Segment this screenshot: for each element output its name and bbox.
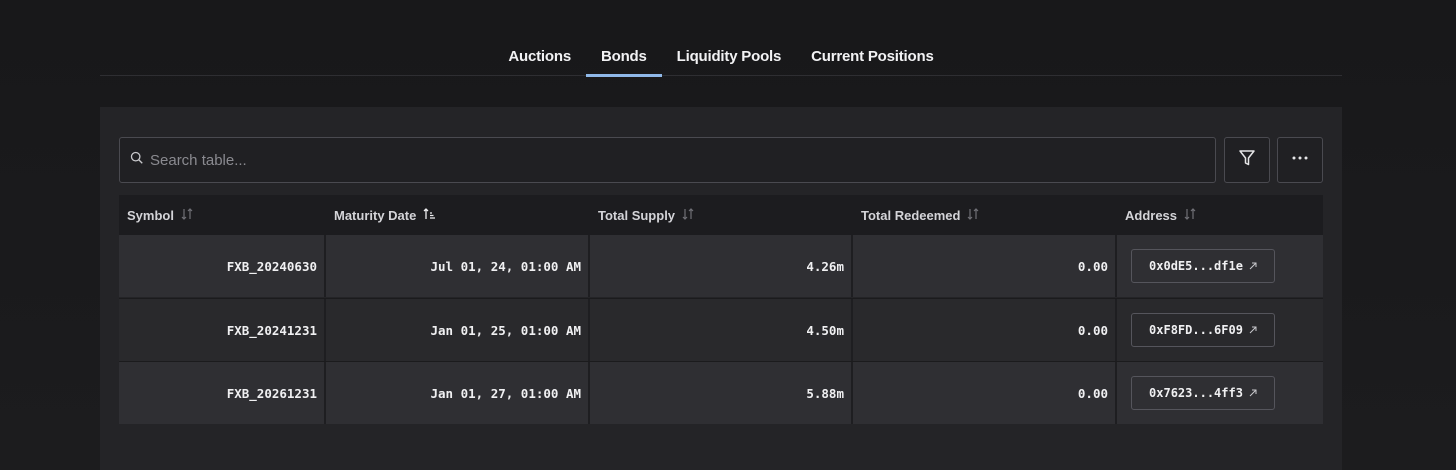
column-header-address[interactable]: Address (1117, 195, 1323, 235)
more-options-button[interactable] (1277, 137, 1323, 183)
table-row[interactable]: FXB_20241231 Jan 01, 25, 01:00 AM 4.50m … (119, 298, 1323, 361)
filter-icon (1237, 148, 1257, 173)
column-label: Total Redeemed (861, 207, 961, 223)
maturity-date-cell: Jul 01, 24, 01:00 AM (326, 235, 590, 297)
column-label: Total Supply (598, 207, 676, 223)
column-header-symbol[interactable]: Symbol (119, 195, 326, 235)
maturity-date-cell: Jan 01, 27, 01:00 AM (326, 362, 590, 424)
total-redeemed-cell: 0.00 (853, 362, 1117, 424)
table-row[interactable]: FXB_20240630 Jul 01, 24, 01:00 AM 4.26m … (119, 235, 1323, 298)
column-header-total-redeemed[interactable]: Total Redeemed (853, 195, 1117, 235)
total-redeemed-cell: 0.00 (853, 235, 1117, 297)
external-link-icon (1249, 386, 1257, 400)
filter-button[interactable] (1224, 137, 1270, 183)
column-label: Maturity Date (334, 207, 417, 223)
maturity-date-cell: Jan 01, 25, 01:00 AM (326, 299, 590, 361)
address-cell: 0x0dE5...df1e (1117, 235, 1323, 297)
symbol-cell: FXB_20240630 (119, 235, 326, 297)
tab-bar: Auctions Bonds Liquidity Pools Current P… (100, 40, 1342, 77)
column-header-maturity-date[interactable]: Maturity Date (326, 195, 590, 235)
symbol-cell: FXB_20261231 (119, 362, 326, 424)
symbol-cell: FXB_20241231 (119, 299, 326, 361)
column-label: Address (1125, 207, 1178, 223)
address-text: 0xF8FD...6F09 (1149, 323, 1243, 337)
address-text: 0x0dE5...df1e (1149, 259, 1243, 273)
address-text: 0x7623...4ff3 (1149, 386, 1243, 400)
address-link-button[interactable]: 0x7623...4ff3 (1131, 376, 1275, 410)
search-icon (130, 151, 144, 170)
tab-liquidity-pools[interactable]: Liquidity Pools (662, 40, 797, 76)
column-header-total-supply[interactable]: Total Supply (590, 195, 853, 235)
sort-icon[interactable] (681, 207, 695, 224)
address-link-button[interactable]: 0x0dE5...df1e (1131, 249, 1275, 283)
external-link-icon (1249, 323, 1257, 337)
sort-icon[interactable] (966, 207, 980, 224)
search-input[interactable] (150, 151, 1150, 169)
address-cell: 0x7623...4ff3 (1117, 362, 1323, 424)
total-redeemed-cell: 0.00 (853, 299, 1117, 361)
total-supply-cell: 4.50m (590, 299, 853, 361)
tab-current-positions[interactable]: Current Positions (796, 40, 948, 76)
table-header: Symbol Maturity Date Total Supply Total … (119, 195, 1323, 235)
sort-icon[interactable] (180, 207, 194, 224)
column-label: Symbol (127, 207, 174, 223)
more-horizontal-icon (1290, 148, 1310, 173)
external-link-icon (1249, 259, 1257, 273)
bonds-panel: Symbol Maturity Date Total Supply Total … (100, 107, 1342, 470)
tab-bonds[interactable]: Bonds (585, 40, 662, 77)
address-link-button[interactable]: 0xF8FD...6F09 (1131, 313, 1275, 347)
table-row[interactable]: FXB_20261231 Jan 01, 27, 01:00 AM 5.88m … (119, 361, 1323, 424)
bonds-table: Symbol Maturity Date Total Supply Total … (119, 195, 1323, 424)
address-cell: 0xF8FD...6F09 (1117, 299, 1323, 361)
tab-auctions[interactable]: Auctions (493, 40, 586, 76)
sort-ascending-icon[interactable] (422, 207, 436, 224)
total-supply-cell: 5.88m (590, 362, 853, 424)
search-box[interactable] (119, 137, 1216, 183)
sort-icon[interactable] (1183, 207, 1197, 224)
total-supply-cell: 4.26m (590, 235, 853, 297)
